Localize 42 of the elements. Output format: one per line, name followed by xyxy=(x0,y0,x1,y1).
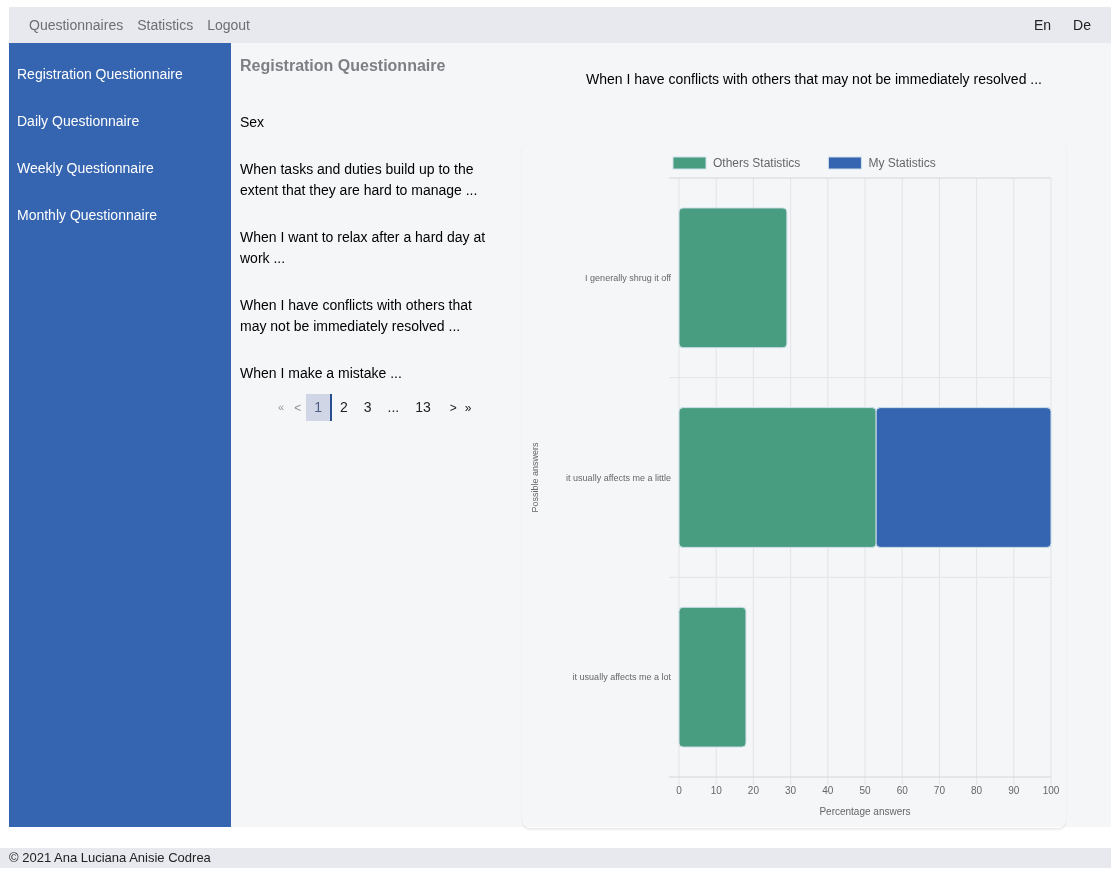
page-button[interactable]: > xyxy=(444,394,462,421)
nav-link[interactable]: Questionnaires xyxy=(29,14,124,36)
legend-label[interactable]: My Statistics xyxy=(868,156,936,170)
tick-label: 20 xyxy=(747,785,759,796)
axis-label: it usually affects me a little xyxy=(566,472,671,483)
question-link[interactable]: When I have conflicts with others that may not be immediately resolved ... xyxy=(240,295,490,337)
page-button[interactable]: 3 xyxy=(355,394,380,421)
tick-label: 50 xyxy=(859,785,871,796)
question-heading: When I have conflicts with others that may not be immediately resolved ... xyxy=(586,70,1043,89)
nav-link[interactable]: Statistics xyxy=(137,14,194,36)
axis-title: Possible answers xyxy=(530,442,540,513)
tick-label: 70 xyxy=(933,785,945,796)
question-link[interactable]: When I make a mistake ... xyxy=(240,363,490,384)
axis-label: I generally shrug it off xyxy=(585,272,671,283)
sidebar-item[interactable]: Registration Questionnaire xyxy=(9,64,231,85)
page-button[interactable]: 2 xyxy=(331,394,356,421)
question-link[interactable]: When I want to relax after a hard day at work ... xyxy=(240,227,490,269)
axis-title: Percentage answers xyxy=(819,806,911,817)
language-link[interactable]: De xyxy=(1073,14,1091,36)
axis-label: it usually affects me a lot xyxy=(572,672,671,683)
tick-label: 90 xyxy=(1008,785,1020,796)
page-button[interactable]: » xyxy=(461,394,475,421)
page-button[interactable]: 1 xyxy=(306,394,332,421)
question-link[interactable]: Sex xyxy=(240,112,490,133)
section-title: Registration Questionnaire xyxy=(240,56,447,76)
tick-label: 0 xyxy=(676,785,682,796)
page-button[interactable]: ... xyxy=(379,394,408,421)
sidebar-item[interactable]: Monthly Questionnaire xyxy=(9,205,231,226)
copyright-text: © 2021 Ana Luciana Anisie Codrea xyxy=(8,849,211,868)
sidebar-item[interactable]: Daily Questionnaire xyxy=(9,111,231,132)
tick-label: 40 xyxy=(822,785,834,796)
sidebar-item[interactable]: Weekly Questionnaire xyxy=(9,158,231,179)
legend-label[interactable]: Others Statistics xyxy=(713,156,801,170)
language-link[interactable]: En xyxy=(1033,14,1052,36)
tick-label: 80 xyxy=(971,785,983,796)
nav-link[interactable]: Logout xyxy=(207,14,250,36)
tick-label: 30 xyxy=(785,785,797,796)
tick-label: 10 xyxy=(710,785,722,796)
tick-label: 60 xyxy=(896,785,908,796)
page-button[interactable]: 13 xyxy=(407,394,439,421)
tick-label: 100 xyxy=(1042,785,1060,796)
question-link[interactable]: When tasks and duties build up to the extent that they are hard to manage ... xyxy=(240,159,490,201)
